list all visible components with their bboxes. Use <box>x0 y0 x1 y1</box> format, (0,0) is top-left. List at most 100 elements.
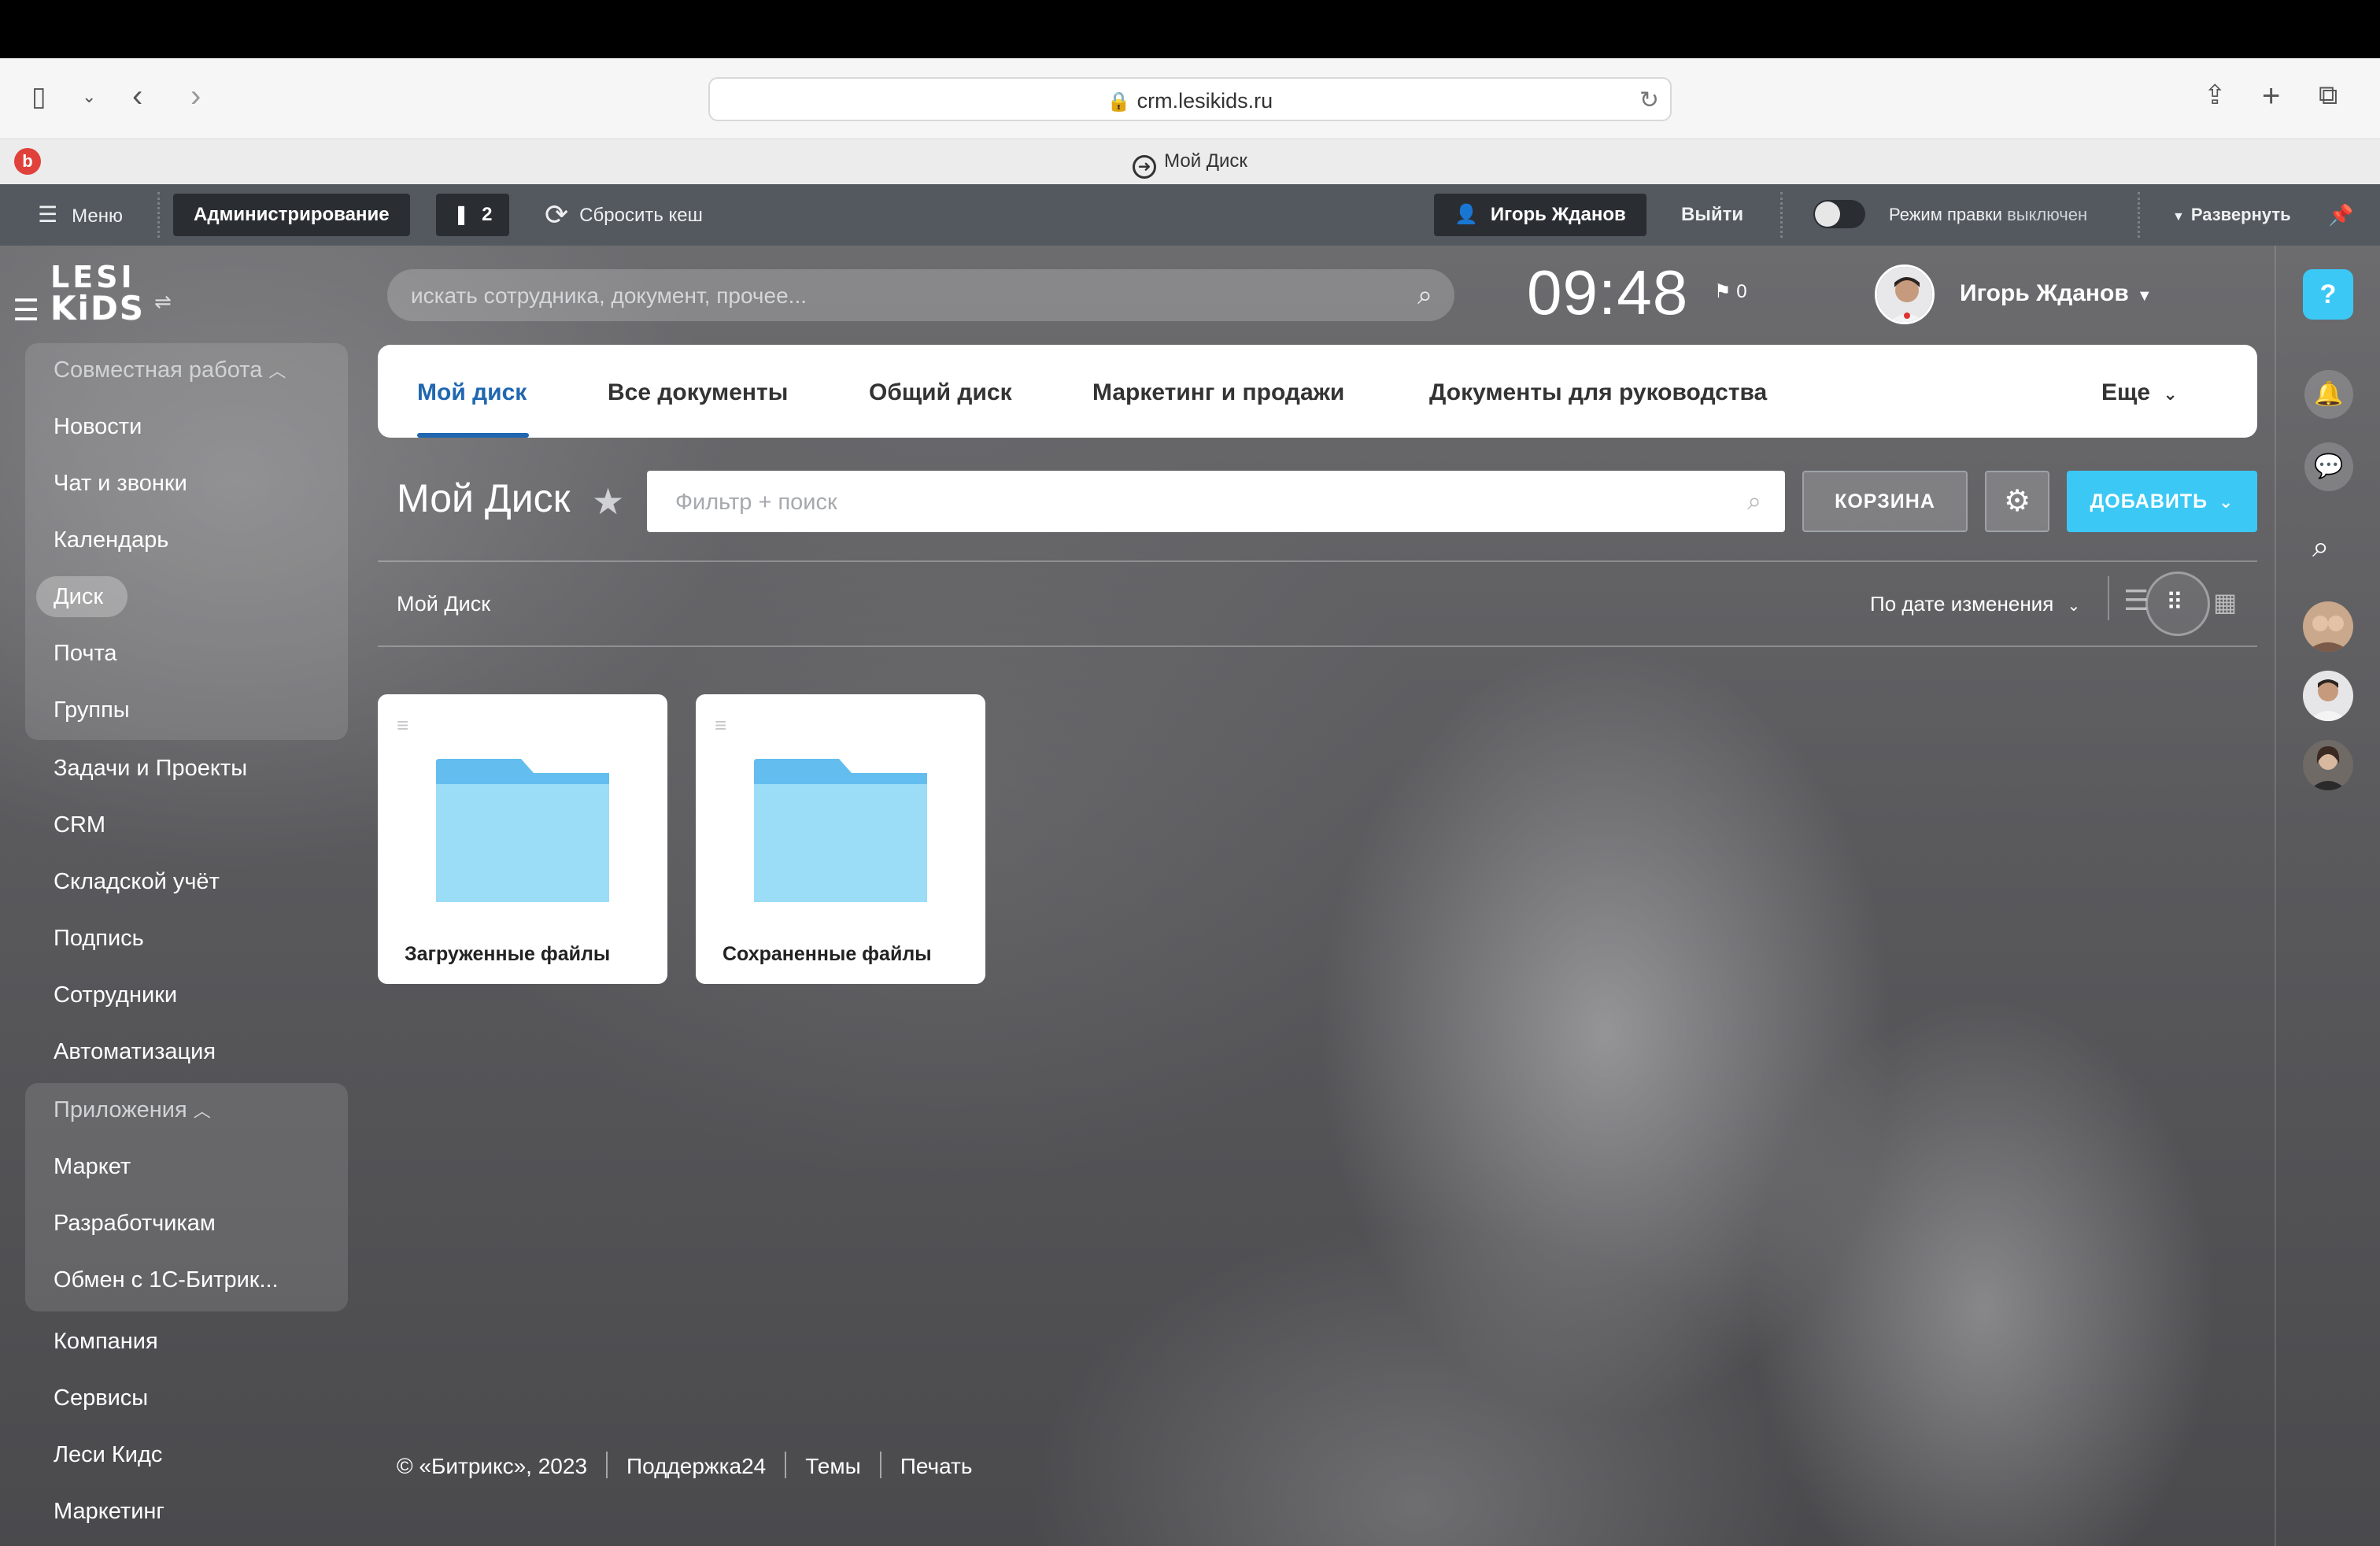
tab-all-documents[interactable]: Все документы <box>608 379 788 406</box>
reset-cache-label: Сбросить кеш <box>579 205 703 226</box>
sidebar-item-mail[interactable]: Почта <box>54 641 117 667</box>
add-button[interactable]: ДОБАВИТЬ ⌄ <box>2067 471 2257 532</box>
sidebar-item-1c-exchange[interactable]: Обмен с 1С-Битрик... <box>54 1267 279 1293</box>
avatar-image <box>2303 671 2353 721</box>
administration-button[interactable]: Администрирование <box>173 194 410 236</box>
admin-menu-label: Меню <box>72 205 123 227</box>
back-icon[interactable]: ‹ <box>132 80 142 112</box>
tab-more[interactable]: Еще ⌄ <box>2101 379 2178 406</box>
chevron-down-icon[interactable]: ⌄ <box>82 88 96 105</box>
group-title-text: Совместная работа <box>54 357 263 383</box>
edit-mode-toggle[interactable] <box>1813 200 1865 228</box>
pin-icon[interactable]: 📌 <box>2328 184 2353 246</box>
sidebar-item-warehouse[interactable]: Складской учёт <box>54 869 220 895</box>
divider <box>2108 576 2109 620</box>
global-search-input[interactable]: искать сотрудника, документ, прочее... ⌕ <box>387 269 1454 321</box>
menu-icon[interactable]: ≡ <box>397 713 408 738</box>
new-tab-icon[interactable]: + <box>2262 80 2280 112</box>
sidebar-item-disk[interactable]: Диск <box>54 584 103 610</box>
search-icon[interactable]: ⌕ <box>1417 280 1432 311</box>
hamburger-icon[interactable]: ☰ <box>13 293 39 328</box>
bitrix-pinned-tab-icon[interactable]: b <box>14 148 41 175</box>
chat-icon[interactable]: 💬 <box>2304 442 2353 491</box>
search-icon[interactable]: ⌕ <box>1747 486 1761 516</box>
admin-user-button[interactable]: 👤 Игорь Жданов <box>1434 194 1646 236</box>
sidebar-item-lesi-kids[interactable]: Леси Кидс <box>54 1442 162 1468</box>
user-menu[interactable]: Игорь Жданов ▼ <box>1960 280 2153 307</box>
folder-icon <box>754 759 927 902</box>
contact-avatar[interactable] <box>2303 740 2353 790</box>
expand-button[interactable]: ▼ Развернуть <box>2172 184 2291 246</box>
sidebar-item-services[interactable]: Сервисы <box>54 1385 148 1411</box>
contact-avatar[interactable] <box>2303 671 2353 721</box>
caret-down-icon: ▼ <box>2136 287 2153 305</box>
sidebar-item-employees[interactable]: Сотрудники <box>54 982 177 1008</box>
bell-icon[interactable]: 🔔 <box>2304 370 2353 419</box>
logout-button[interactable]: Выйти <box>1681 184 1743 246</box>
forward-icon[interactable]: › <box>190 80 201 112</box>
search-icon[interactable]: ⌕ <box>2312 531 2329 564</box>
url-text: crm.lesikids.ru <box>1136 89 1273 113</box>
star-icon[interactable]: ★ <box>592 480 624 523</box>
sidebar-item-news[interactable]: Новости <box>54 414 142 440</box>
browser-tab[interactable]: ➜ Мой Диск <box>0 150 2380 179</box>
sidebar-item-groups[interactable]: Группы <box>54 697 130 723</box>
footer-link-themes[interactable]: Темы <box>805 1454 860 1478</box>
tab-marketing-sales[interactable]: Маркетинг и продажи <box>1092 379 1344 406</box>
flag-count: 0 <box>1736 281 1747 302</box>
sidebar-item-automation[interactable]: Автоматизация <box>54 1039 216 1065</box>
menu-icon[interactable]: ≡ <box>715 713 726 738</box>
folder-icon <box>436 759 609 902</box>
large-tile-view-icon[interactable]: ▦ <box>2213 587 2237 617</box>
folder-name: Загруженные файлы <box>405 943 611 965</box>
company-logo[interactable]: LESI KiDS <box>50 260 145 325</box>
sidebar-item-marketing[interactable]: Маркетинг <box>54 1499 164 1525</box>
sidebar-group-title-apps[interactable]: Приложения ︿ <box>54 1097 211 1123</box>
tab-management-docs[interactable]: Документы для руководства <box>1429 379 1767 406</box>
sort-dropdown[interactable]: По дате изменения ⌄ <box>1870 592 2080 616</box>
settings-button[interactable]: ⚙ <box>1985 471 2049 532</box>
sidebar-item-company[interactable]: Компания <box>54 1329 158 1355</box>
logo-line1: LESI <box>50 260 135 294</box>
sidebar-item-developers[interactable]: Разработчикам <box>54 1211 216 1237</box>
avatar-image <box>2303 601 2353 652</box>
logo-settings-icon[interactable]: ⇌ <box>154 290 172 314</box>
footer-divider <box>879 1452 881 1478</box>
chevron-up-icon: ︿ <box>268 361 286 381</box>
admin-menu-button[interactable]: ☰ Меню <box>38 184 123 246</box>
clock[interactable]: 09:48 <box>1527 257 1688 329</box>
chevron-down-icon: ⌄ <box>2067 597 2081 615</box>
address-bar[interactable]: 🔒 crm.lesikids.ru ↻ <box>708 77 1672 121</box>
sidebar-item-crm[interactable]: CRM <box>54 812 105 838</box>
sidebar-item-chat[interactable]: Чат и звонки <box>54 471 187 497</box>
sidebar-group-title-collaboration[interactable]: Совместная работа ︿ <box>54 357 286 383</box>
filter-placeholder: Фильтр + поиск <box>675 490 837 515</box>
filter-search-input[interactable]: Фильтр + поиск ⌕ <box>647 471 1785 532</box>
footer-link-support[interactable]: Поддержка24 <box>626 1454 766 1478</box>
folder-card[interactable]: ≡ Загруженные файлы <box>378 694 667 984</box>
tile-view-icon[interactable]: ⠿ <box>2166 589 2183 616</box>
trash-button[interactable]: КОРЗИНА <box>1802 471 1968 532</box>
breadcrumb[interactable]: Мой Диск <box>397 592 490 616</box>
sidebar-toggle-icon[interactable]: ▯ <box>31 83 46 110</box>
user-avatar[interactable] <box>1875 264 1935 324</box>
help-icon[interactable]: ? <box>2303 269 2353 320</box>
tab-shared-disk[interactable]: Общий диск <box>869 379 1012 406</box>
reload-icon[interactable]: ↻ <box>1639 87 1659 114</box>
notifications-button[interactable]: ❚ 2 <box>436 194 510 236</box>
sidebar-item-tasks[interactable]: Задачи и Проекты <box>54 756 247 782</box>
flag-counter[interactable]: ⚑ 0 <box>1714 280 1747 303</box>
tab-my-disk[interactable]: Мой диск <box>417 379 527 406</box>
footer-link-print[interactable]: Печать <box>900 1454 973 1478</box>
folder-card[interactable]: ≡ Сохраненные файлы <box>696 694 985 984</box>
divider <box>378 560 2257 562</box>
admin-divider <box>2138 192 2140 238</box>
tabs-overview-icon[interactable]: ⧉ <box>2319 82 2338 109</box>
contact-avatar[interactable] <box>2303 601 2353 652</box>
avatar-image <box>2303 740 2353 790</box>
sidebar-item-market[interactable]: Маркет <box>54 1154 131 1180</box>
sidebar-item-signature[interactable]: Подпись <box>54 926 144 952</box>
reset-cache-button[interactable]: ⟳ Сбросить кеш <box>545 184 703 246</box>
sidebar-item-calendar[interactable]: Календарь <box>54 527 168 553</box>
share-icon[interactable]: ⇪ <box>2204 82 2227 109</box>
